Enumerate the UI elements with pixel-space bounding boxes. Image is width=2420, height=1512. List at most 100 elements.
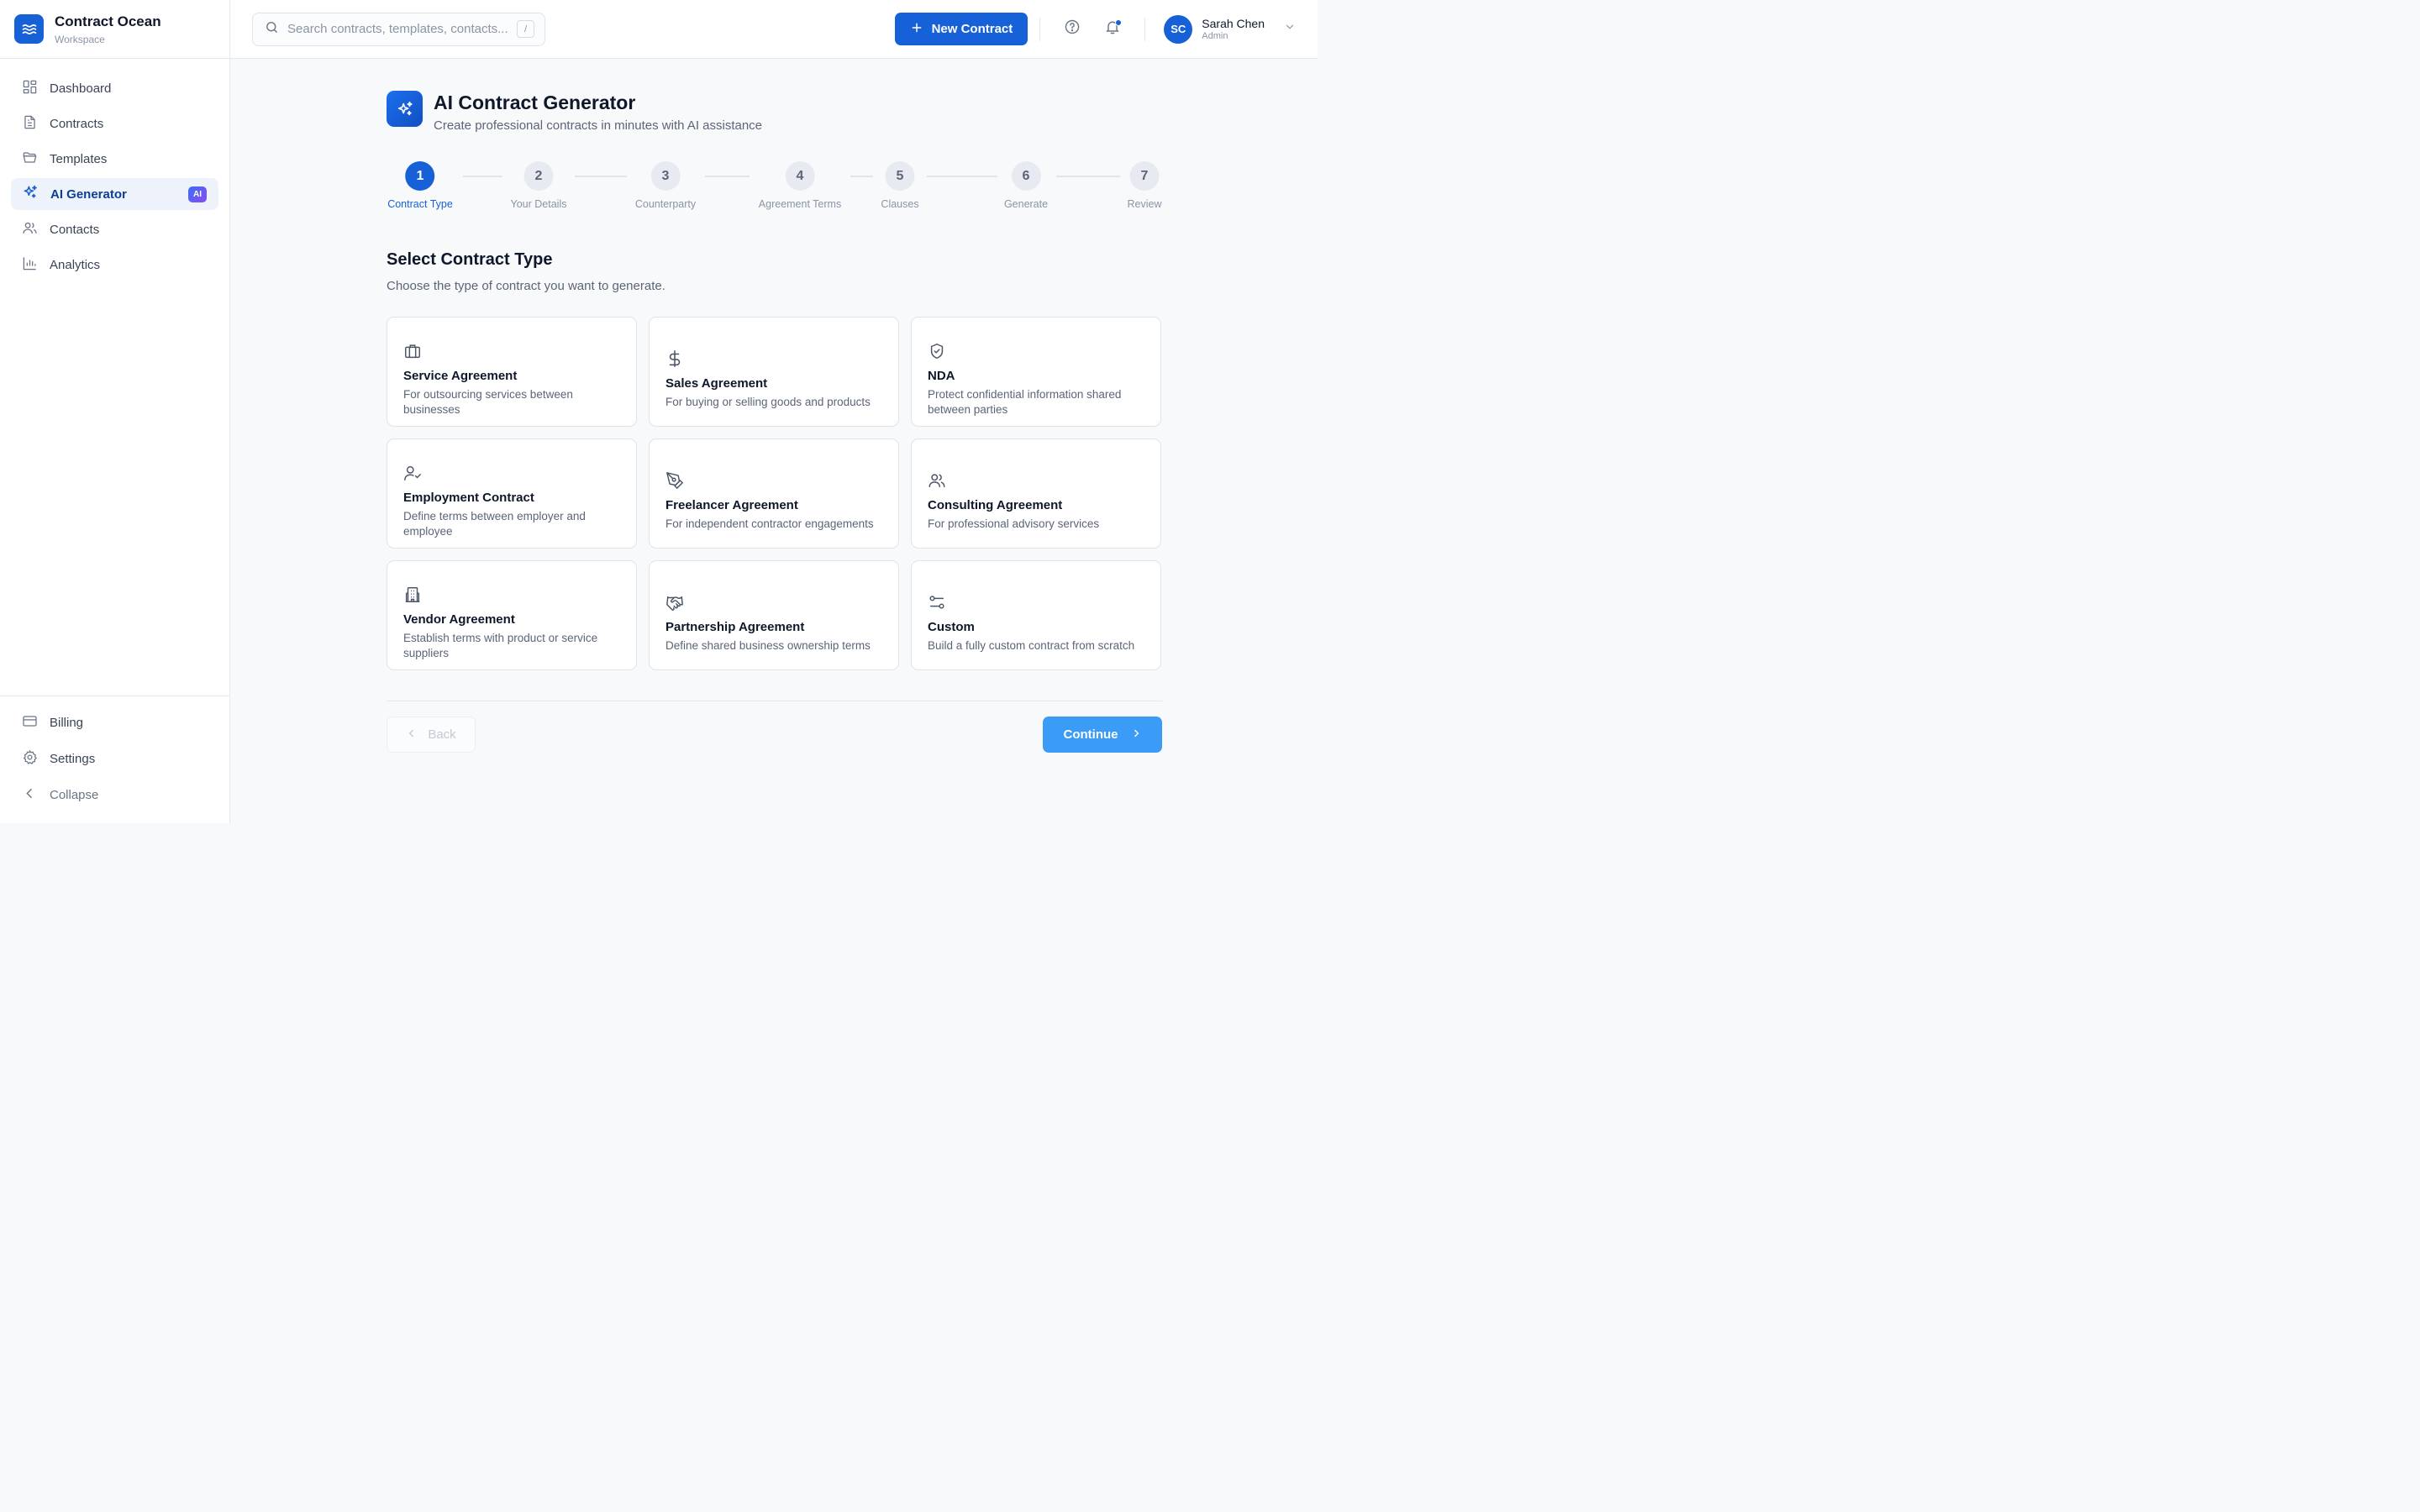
continue-button[interactable]: Continue bbox=[1043, 717, 1162, 753]
card-title: Service Agreement bbox=[403, 368, 518, 383]
card-nda[interactable]: NDA Protect confidential information sha… bbox=[911, 317, 1161, 427]
step-label: Your Details bbox=[510, 198, 567, 210]
sidebar: Contract Ocean Workspace Dashboard Contr… bbox=[0, 0, 230, 823]
card-service-agreement[interactable]: Service Agreement For outsourcing servic… bbox=[387, 317, 637, 427]
sidebar-item-analytics[interactable]: Analytics bbox=[11, 249, 218, 281]
pen-tool-icon bbox=[666, 470, 883, 491]
chevron-right-icon bbox=[1130, 727, 1142, 743]
sidebar-item-billing[interactable]: Billing bbox=[11, 706, 218, 739]
step-review[interactable]: 7 Review bbox=[1128, 161, 1162, 210]
sidebar-item-ai-generator[interactable]: AI Generator AI bbox=[11, 178, 218, 210]
sidebar-item-contacts[interactable]: Contacts bbox=[11, 213, 218, 245]
notification-dot bbox=[1115, 18, 1123, 26]
main: Search contracts, templates, contacts...… bbox=[230, 0, 1318, 823]
brand: Contract Ocean Workspace bbox=[0, 0, 229, 59]
card-description: Protect confidential information shared … bbox=[928, 387, 1122, 416]
sidebar-item-label: Contacts bbox=[50, 222, 100, 237]
sidebar-item-settings[interactable]: Settings bbox=[11, 743, 218, 775]
card-title: Partnership Agreement bbox=[666, 619, 805, 634]
ai-badge: AI bbox=[188, 186, 207, 202]
step-generate[interactable]: 6 Generate bbox=[1004, 161, 1048, 210]
divider bbox=[1144, 17, 1146, 41]
step-your-details[interactable]: 2 Your Details bbox=[510, 161, 567, 210]
card-description: Establish terms with product or service … bbox=[403, 631, 598, 659]
step-connector bbox=[575, 176, 627, 177]
shield-check-icon bbox=[928, 341, 1145, 361]
step-number: 1 bbox=[405, 161, 435, 191]
chevron-down-icon bbox=[1284, 21, 1296, 37]
help-button[interactable] bbox=[1058, 15, 1086, 44]
section-subtitle: Choose the type of contract you want to … bbox=[387, 279, 666, 293]
card-title: Vendor Agreement bbox=[403, 612, 515, 627]
sidebar-item-contracts[interactable]: Contracts bbox=[11, 108, 218, 139]
step-label: Agreement Terms bbox=[758, 198, 842, 210]
step-label: Review bbox=[1127, 198, 1162, 210]
stepper: 1 Contract Type 2 Your Details 3 Counter… bbox=[387, 161, 1162, 212]
sidebar-item-label: Contracts bbox=[50, 116, 104, 131]
step-clauses[interactable]: 5 Clauses bbox=[881, 161, 919, 210]
card-sales-agreement[interactable]: Sales Agreement For buying or selling go… bbox=[649, 317, 899, 427]
step-label: Clauses bbox=[881, 198, 919, 210]
card-title: Sales Agreement bbox=[666, 375, 768, 391]
card-title: Consulting Agreement bbox=[928, 497, 1063, 512]
card-description: For outsourcing services between busines… bbox=[403, 387, 573, 416]
sparkles-icon bbox=[22, 184, 39, 204]
bar-chart-icon bbox=[22, 255, 38, 275]
card-vendor-agreement[interactable]: Vendor Agreement Establish terms with pr… bbox=[387, 560, 637, 670]
card-freelancer-agreement[interactable]: Freelancer Agreement For independent con… bbox=[649, 438, 899, 549]
sidebar-nav: Dashboard Contracts Templates AI Generat… bbox=[0, 59, 229, 281]
section-title: Select Contract Type bbox=[387, 250, 553, 269]
card-description: For professional advisory services bbox=[928, 517, 1100, 530]
sidebar-item-label: Billing bbox=[50, 716, 84, 730]
step-number: 5 bbox=[885, 161, 915, 191]
topbar-actions: New Contract SC Sarah Chen Admin bbox=[894, 13, 1296, 45]
search-placeholder: Search contracts, templates, contacts... bbox=[287, 22, 508, 36]
chevron-left-icon bbox=[22, 785, 38, 805]
search-input[interactable]: Search contracts, templates, contacts...… bbox=[252, 12, 545, 46]
collapse-button[interactable]: Collapse bbox=[11, 779, 218, 811]
generator-header: AI Contract Generator Create professiona… bbox=[387, 91, 762, 133]
credit-card-icon bbox=[22, 713, 38, 732]
card-description: For buying or selling goods and products bbox=[666, 395, 871, 408]
user-menu[interactable]: SC Sarah Chen Admin bbox=[1164, 14, 1296, 44]
page-subtitle: Create professional contracts in minutes… bbox=[434, 118, 763, 133]
sliders-icon bbox=[928, 592, 1145, 612]
card-description: Define terms between employer and employ… bbox=[403, 509, 586, 538]
step-number: 4 bbox=[785, 161, 815, 191]
contract-type-grid: Service Agreement For outsourcing servic… bbox=[387, 317, 1162, 670]
sidebar-item-dashboard[interactable]: Dashboard bbox=[11, 72, 218, 104]
new-contract-label: New Contract bbox=[931, 22, 1013, 36]
help-circle-icon bbox=[1064, 18, 1081, 39]
folder-icon bbox=[22, 150, 38, 169]
card-consulting-agreement[interactable]: Consulting Agreement For professional ad… bbox=[911, 438, 1161, 549]
card-description: Build a fully custom contract from scrat… bbox=[928, 638, 1135, 652]
card-employment-contract[interactable]: Employment Contract Define terms between… bbox=[387, 438, 637, 549]
collapse-label: Collapse bbox=[50, 788, 99, 802]
users-icon bbox=[928, 470, 1145, 491]
step-connector bbox=[1056, 176, 1120, 177]
card-partnership-agreement[interactable]: Partnership Agreement Define shared busi… bbox=[649, 560, 899, 670]
sidebar-item-templates[interactable]: Templates bbox=[11, 143, 218, 175]
users-icon bbox=[22, 220, 38, 239]
avatar: SC bbox=[1164, 14, 1193, 44]
new-contract-button[interactable]: New Contract bbox=[894, 13, 1028, 45]
brand-name: Contract Ocean bbox=[55, 13, 161, 29]
step-number: 2 bbox=[523, 161, 554, 191]
card-custom[interactable]: Custom Build a fully custom contract fro… bbox=[911, 560, 1161, 670]
sidebar-bottom: Billing Settings Collapse bbox=[0, 696, 229, 811]
sidebar-item-label: Dashboard bbox=[50, 81, 112, 96]
back-button[interactable]: Back bbox=[387, 717, 476, 753]
divider bbox=[1039, 17, 1041, 41]
step-connector bbox=[463, 176, 502, 177]
back-label: Back bbox=[428, 727, 456, 742]
plus-icon bbox=[910, 21, 923, 38]
sidebar-item-label: Analytics bbox=[50, 257, 101, 272]
step-contract-type[interactable]: 1 Contract Type bbox=[387, 161, 453, 210]
search-shortcut: / bbox=[517, 20, 534, 38]
waves-logo-icon bbox=[14, 14, 44, 44]
page-title: AI Contract Generator bbox=[434, 92, 636, 113]
step-number: 6 bbox=[1011, 161, 1041, 191]
notifications-button[interactable] bbox=[1098, 15, 1127, 44]
step-agreement-terms[interactable]: 4 Agreement Terms bbox=[759, 161, 841, 210]
step-counterparty[interactable]: 3 Counterparty bbox=[635, 161, 696, 210]
